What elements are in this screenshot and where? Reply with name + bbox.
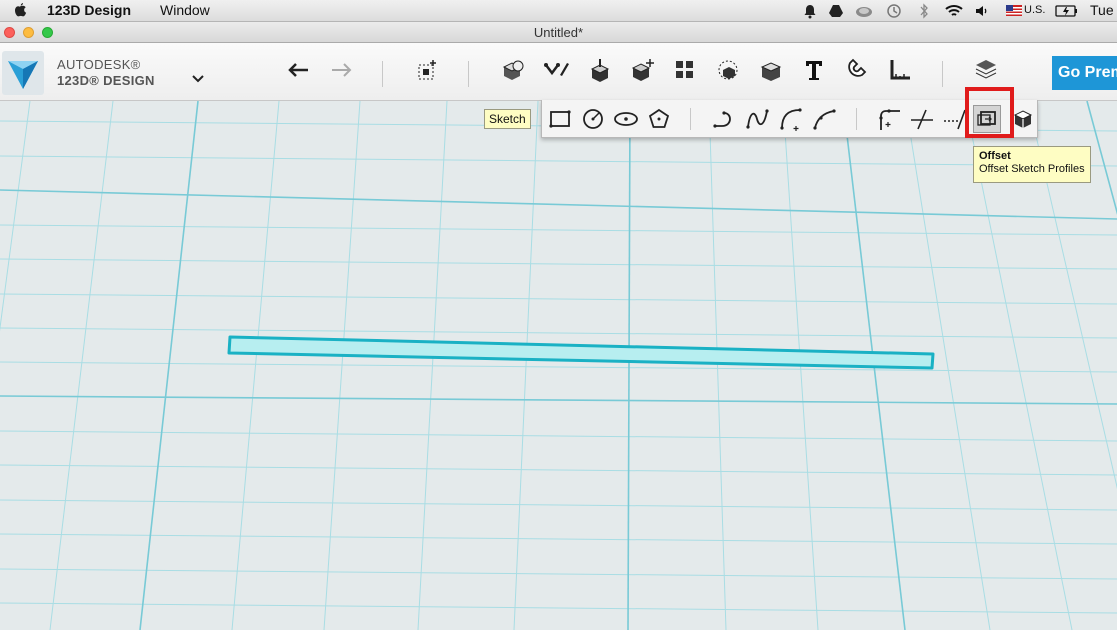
sketch-divider (690, 108, 691, 130)
app-logo-icon (2, 51, 44, 95)
two-point-arc-button[interactable] (778, 105, 806, 133)
input-locale[interactable]: U.S. (1024, 4, 1045, 16)
redo-button[interactable] (326, 55, 356, 85)
grid-line (0, 430, 1117, 442)
brand-autodesk: AUTODESK® (57, 57, 141, 72)
mac-menu-bar: 123D Design Window U.S. Tue (0, 0, 1117, 22)
grid-line (0, 361, 1117, 373)
grid-line (0, 327, 1117, 339)
go-premium-button[interactable]: Go Prem (1052, 56, 1117, 90)
offset-tooltip-title: Offset (979, 150, 1011, 162)
clock-day[interactable]: Tue (1090, 2, 1114, 18)
bluetooth-icon[interactable] (918, 3, 930, 19)
primitives-tool-button[interactable] (498, 55, 528, 85)
modify-tool-button[interactable] (628, 55, 658, 85)
pattern-tool-button[interactable] (670, 55, 700, 85)
sketch-profile (227, 335, 935, 370)
grid-line (0, 533, 1117, 545)
combine-tool-button[interactable] (756, 55, 786, 85)
grid-line (513, 101, 539, 630)
grid-line (0, 293, 1117, 305)
grid-line (0, 464, 1117, 476)
toolbar-divider (942, 61, 943, 87)
transform-tool-button[interactable] (412, 55, 442, 85)
fillet-button[interactable] (875, 105, 903, 133)
measure-tool-button[interactable] (885, 55, 915, 85)
grid-line (0, 568, 1117, 580)
toolbar-divider (468, 61, 469, 87)
wifi-icon[interactable] (944, 3, 964, 19)
text-tool-button[interactable] (799, 55, 829, 85)
drive-icon[interactable] (828, 3, 844, 19)
grid-line (0, 258, 1117, 270)
grid-line (139, 101, 199, 630)
window-menu[interactable]: Window (160, 2, 210, 18)
grid-line (708, 101, 727, 630)
offset-tooltip-description: Offset Sketch Profiles (979, 163, 1085, 175)
brand-123d-design: 123D® DESIGN (57, 73, 155, 88)
sketch-tooltip: Sketch (484, 109, 531, 129)
grid-line (0, 155, 1117, 167)
group-tool-button[interactable] (713, 55, 743, 85)
canvas-grid (0, 101, 1117, 630)
grid-line (231, 101, 280, 630)
grid-line (0, 224, 1117, 236)
undo-button[interactable] (284, 55, 314, 85)
sketch-circle-button[interactable] (579, 105, 607, 133)
construct-tool-button[interactable] (585, 55, 615, 85)
sketch-tool-button[interactable] (541, 55, 571, 85)
grid-line (49, 101, 114, 630)
chevron-down-icon[interactable] (190, 71, 206, 83)
window-title-bar: Untitled* (0, 22, 1117, 43)
apple-logo-icon[interactable] (12, 2, 28, 19)
material-tool-button[interactable] (971, 55, 1001, 85)
sketch-divider (856, 108, 857, 130)
design-canvas[interactable] (0, 101, 1117, 630)
main-toolbar: AUTODESK® 123D® DESIGN Go Prem (0, 43, 1117, 101)
offset-highlight-box (965, 87, 1014, 138)
cloud-icon[interactable] (855, 3, 873, 19)
sketch-flyout-toolbar (541, 100, 1038, 138)
spline-button[interactable] (744, 105, 772, 133)
window-title: Untitled* (533, 25, 584, 40)
grid-line (0, 602, 1117, 614)
offset-tooltip: Offset Offset Sketch Profiles (973, 146, 1091, 183)
volume-icon[interactable] (974, 3, 990, 19)
grid-line (0, 189, 1117, 220)
grid-line (0, 395, 1117, 405)
polyline-button[interactable] (711, 105, 739, 133)
app-menu[interactable]: 123D Design (47, 2, 131, 18)
grid-line (0, 101, 31, 332)
grid-line (0, 499, 1117, 511)
time-machine-icon[interactable] (886, 3, 902, 19)
three-point-arc-button[interactable] (811, 105, 839, 133)
toolbar-divider (382, 61, 383, 87)
grid-line (627, 101, 631, 630)
sketch-polygon-button[interactable] (645, 105, 673, 133)
snap-tool-button[interactable] (842, 55, 872, 85)
flag-icon (1006, 3, 1022, 19)
sketch-ellipse-button[interactable] (612, 105, 640, 133)
sketch-rectangle-button[interactable] (546, 105, 574, 133)
grid-line (1086, 101, 1117, 216)
trim-button[interactable] (908, 105, 936, 133)
battery-icon[interactable] (1055, 3, 1079, 19)
bell-icon[interactable] (802, 3, 818, 19)
